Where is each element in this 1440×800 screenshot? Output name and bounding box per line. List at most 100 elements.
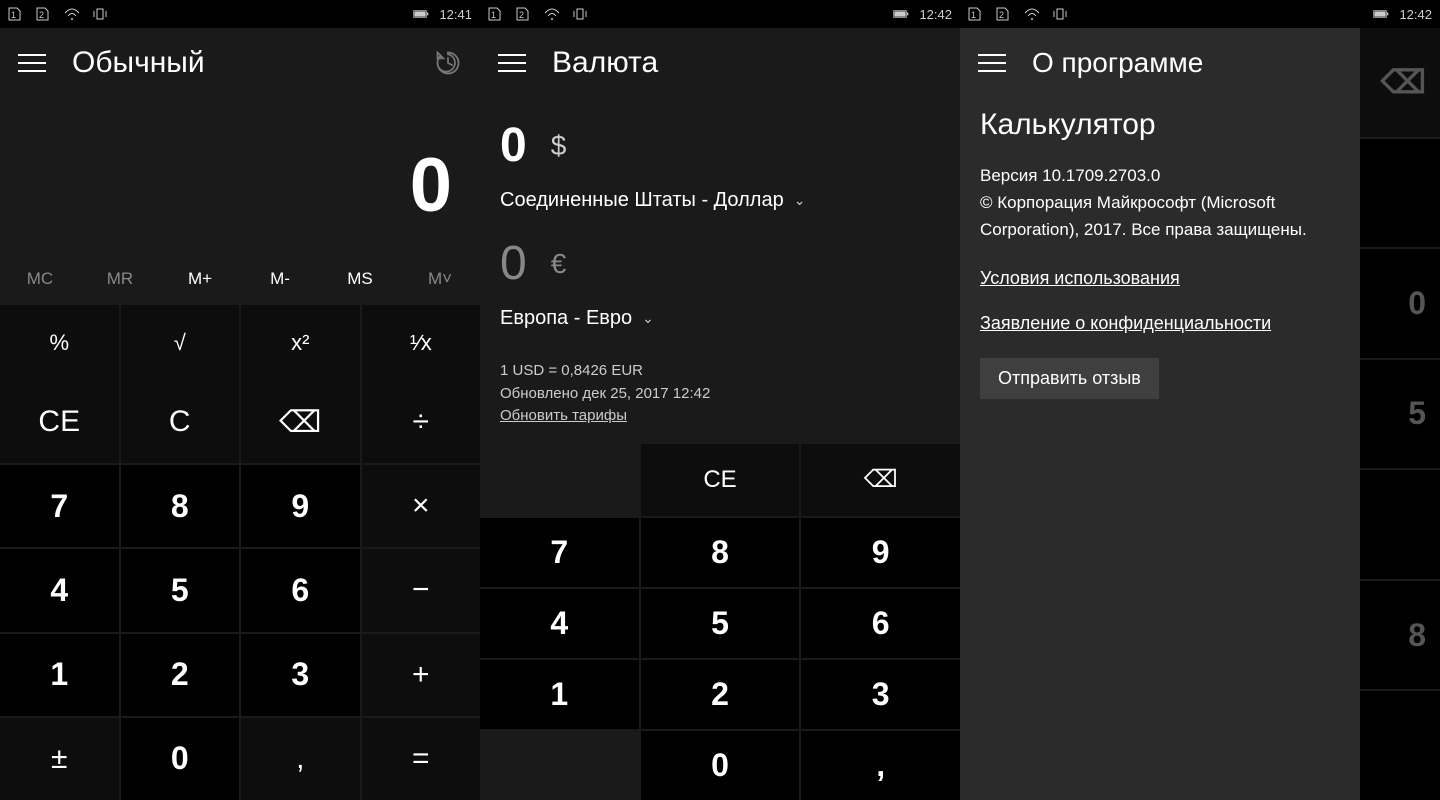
key-plusminus[interactable]: ± <box>0 718 119 800</box>
key-6[interactable]: 6 <box>801 589 960 658</box>
fn-inverse[interactable]: ¹∕x <box>362 305 481 381</box>
mem-ms[interactable]: MS <box>320 253 400 305</box>
sim1-icon: 1 <box>8 6 24 22</box>
status-bar: 1 2 12:42 <box>960 0 1440 28</box>
vibrate-icon <box>92 6 108 22</box>
key-backspace[interactable]: ⌫ <box>801 444 960 516</box>
currency-to-label: Европа - Евро <box>500 307 632 330</box>
key-7[interactable]: 7 <box>0 465 119 547</box>
copyright-text: © Корпорация Майкрософт (Microsoft Corpo… <box>980 193 1307 239</box>
key-9[interactable]: 9 <box>801 518 960 587</box>
svg-text:2: 2 <box>519 10 524 20</box>
key-2[interactable]: 2 <box>641 660 800 729</box>
panel-standard: 1 2 12:41 Обычный 0 MC MR M+ M- MS M˅ % … <box>0 0 480 800</box>
key-5[interactable]: 5 <box>641 589 800 658</box>
calc-display: 0 <box>0 98 480 253</box>
key-divide[interactable]: ÷ <box>362 381 481 463</box>
key-backspace[interactable]: ⌫ <box>241 381 360 463</box>
panel-about: 1 2 12:42 ⌫ 0 5 8 О программе Калькулято… <box>960 0 1440 800</box>
sim2-icon: 2 <box>516 6 532 22</box>
key-6[interactable]: 6 <box>241 549 360 631</box>
vibrate-icon <box>1052 6 1068 22</box>
terms-link[interactable]: Условия использования <box>980 268 1340 289</box>
currency-from-label: Соединенные Штаты - Доллар <box>500 189 784 212</box>
currency-from-select[interactable]: Соединенные Штаты - Доллар ⌄ <box>500 189 940 212</box>
clock: 12:41 <box>439 7 472 22</box>
battery-icon <box>893 6 909 22</box>
page-title: О программе <box>1032 47 1203 79</box>
key-c[interactable]: C <box>121 381 240 463</box>
key-1[interactable]: 1 <box>480 660 639 729</box>
key-8[interactable]: 8 <box>121 465 240 547</box>
currency-to-value[interactable]: 0 <box>500 236 527 291</box>
key-1[interactable]: 1 <box>0 634 119 716</box>
menu-button[interactable] <box>18 47 50 79</box>
key-3[interactable]: 3 <box>801 660 960 729</box>
page-title: Валюта <box>552 46 658 80</box>
mem-mc[interactable]: MC <box>0 253 80 305</box>
currency-body: 0 $ Соединенные Штаты - Доллар ⌄ 0 € Евр… <box>480 98 960 436</box>
key-ce[interactable]: CE <box>0 381 119 463</box>
key-9[interactable]: 9 <box>241 465 360 547</box>
mem-mv[interactable]: M˅ <box>400 253 480 305</box>
keypad: CE C ⌫ ÷ 7 8 9 × 4 5 6 − 1 2 3 + ± 0 , = <box>0 381 480 800</box>
sim2-icon: 2 <box>36 6 52 22</box>
currency-from-symbol: $ <box>551 130 567 162</box>
refresh-rates-link[interactable]: Обновить тарифы <box>500 407 627 424</box>
header: Валюта <box>480 28 960 98</box>
key-subtract[interactable]: − <box>362 549 481 631</box>
sim1-icon: 1 <box>968 6 984 22</box>
sim2-icon: 2 <box>996 6 1012 22</box>
key-equals[interactable]: = <box>362 718 481 800</box>
key-multiply[interactable]: × <box>362 465 481 547</box>
sim1-icon: 1 <box>488 6 504 22</box>
fn-square[interactable]: x² <box>241 305 360 381</box>
key-7[interactable]: 7 <box>480 518 639 587</box>
fn-percent[interactable]: % <box>0 305 119 381</box>
key-decimal[interactable]: , <box>241 718 360 800</box>
page-title: Обычный <box>72 46 205 80</box>
svg-text:1: 1 <box>11 10 16 20</box>
key-3[interactable]: 3 <box>241 634 360 716</box>
header: Обычный <box>0 28 480 98</box>
key-add[interactable]: + <box>362 634 481 716</box>
rate-updated: Обновлено дек 25, 2017 12:42 <box>500 383 940 406</box>
app-name: Калькулятор <box>980 108 1340 142</box>
history-icon[interactable] <box>434 49 462 77</box>
function-row: % √ x² ¹∕x <box>0 305 480 381</box>
header: О программе <box>960 28 1360 98</box>
menu-button[interactable] <box>978 47 1010 79</box>
fn-sqrt[interactable]: √ <box>121 305 240 381</box>
vibrate-icon <box>572 6 588 22</box>
chevron-down-icon: ⌄ <box>642 310 654 327</box>
mem-mr[interactable]: MR <box>80 253 160 305</box>
key-decimal[interactable]: , <box>801 731 960 800</box>
memory-row: MC MR M+ M- MS M˅ <box>0 253 480 305</box>
feedback-button[interactable]: Отправить отзыв <box>980 358 1159 399</box>
currency-from-value[interactable]: 0 <box>500 118 527 173</box>
svg-text:2: 2 <box>39 10 44 20</box>
spacer <box>480 731 639 800</box>
key-0[interactable]: 0 <box>641 731 800 800</box>
key-8[interactable]: 8 <box>641 518 800 587</box>
currency-info: 1 USD = 0,8426 EUR Обновлено дек 25, 201… <box>500 360 940 428</box>
key-5[interactable]: 5 <box>121 549 240 631</box>
key-0[interactable]: 0 <box>121 718 240 800</box>
mem-mplus[interactable]: M+ <box>160 253 240 305</box>
version-text: Версия 10.1709.2703.0 <box>980 166 1160 185</box>
key-4[interactable]: 4 <box>0 549 119 631</box>
battery-icon <box>413 6 429 22</box>
currency-to-select[interactable]: Европа - Евро ⌄ <box>500 307 940 330</box>
exchange-rate: 1 USD = 0,8426 EUR <box>500 360 940 383</box>
menu-button[interactable] <box>498 47 530 79</box>
status-bar: 1 2 12:42 <box>480 0 960 28</box>
privacy-link[interactable]: Заявление о конфиденциальности <box>980 313 1340 334</box>
chevron-down-icon: ⌄ <box>794 192 806 209</box>
key-4[interactable]: 4 <box>480 589 639 658</box>
spacer <box>480 444 639 516</box>
currency-to-symbol: € <box>551 248 567 280</box>
battery-icon <box>1373 6 1389 22</box>
mem-mminus[interactable]: M- <box>240 253 320 305</box>
key-2[interactable]: 2 <box>121 634 240 716</box>
key-ce[interactable]: CE <box>641 444 800 516</box>
